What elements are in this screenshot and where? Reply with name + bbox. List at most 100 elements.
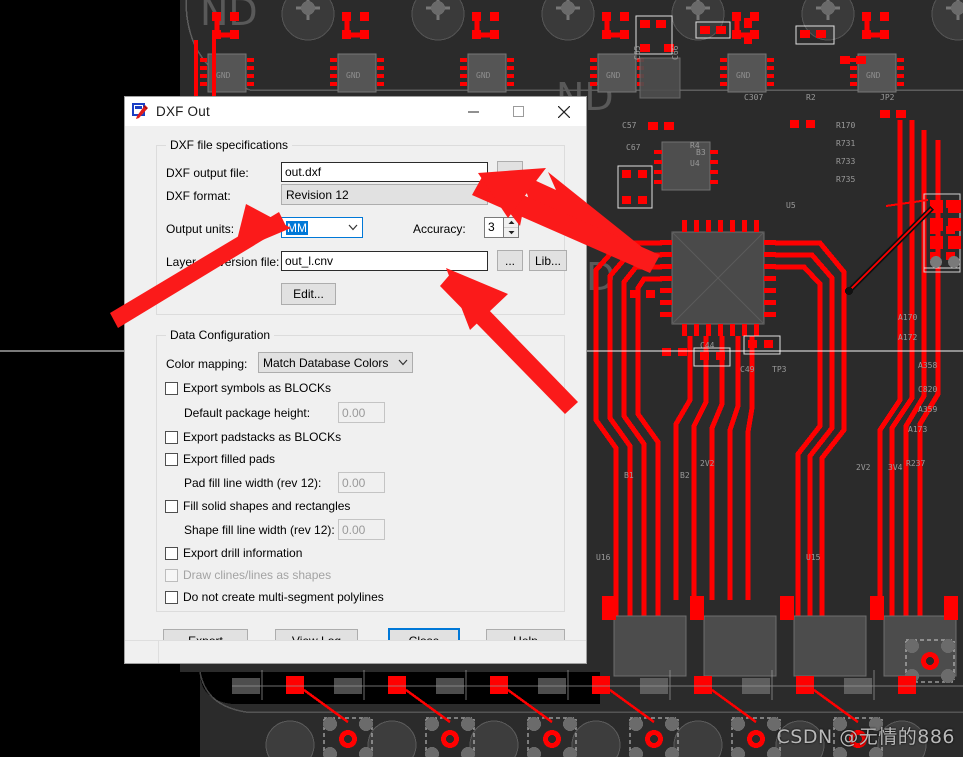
output-units-label: Output units: <box>166 222 235 236</box>
dxf-output-file-browse-button[interactable] <box>497 161 523 182</box>
svg-text:C65: C65 <box>633 45 642 60</box>
svg-text:R731: R731 <box>836 139 855 148</box>
svg-text:TP3: TP3 <box>772 365 787 374</box>
svg-text:C67: C67 <box>626 143 641 152</box>
status-segment-right <box>159 641 586 663</box>
dxf-out-dialog[interactable]: DXF Out DXF file specifications DXF outp… <box>124 96 587 664</box>
spin-down-icon[interactable] <box>504 228 518 237</box>
checkbox-export-filled-pads[interactable]: Export filled pads <box>165 452 275 466</box>
svg-text:R237: R237 <box>906 459 925 468</box>
accuracy-value[interactable]: 3 <box>484 217 503 238</box>
svg-text:2V2: 2V2 <box>700 459 715 468</box>
svg-text:C49: C49 <box>740 365 755 374</box>
svg-text:B1: B1 <box>624 471 634 480</box>
status-segment-left <box>125 641 159 663</box>
checkbox-box[interactable] <box>165 546 178 560</box>
dxf-format-combobox[interactable]: Revision 12 <box>281 184 488 205</box>
svg-text:U16: U16 <box>596 553 611 562</box>
svg-text:A173: A173 <box>908 425 927 434</box>
accuracy-label: Accuracy: <box>413 222 466 236</box>
svg-text:2V2: 2V2 <box>856 463 871 472</box>
dxf-format-value: Revision 12 <box>286 187 349 202</box>
checkbox-label: Export filled pads <box>183 452 276 466</box>
checkbox-export-drill-information[interactable]: Export drill information <box>165 546 302 560</box>
pad-fill-line-width-label: Pad fill line width (rev 12): <box>184 476 322 490</box>
svg-text:R733: R733 <box>836 157 855 166</box>
accuracy-spinner[interactable]: 3 <box>484 217 519 238</box>
dxf-output-file-label: DXF output file: <box>166 166 249 180</box>
maximize-button[interactable] <box>496 97 541 126</box>
svg-text:A358: A358 <box>918 361 937 370</box>
checkbox-label: Draw clines/lines as shapes <box>183 568 332 582</box>
checkbox-label: Export drill information <box>183 546 303 560</box>
svg-text:B3: B3 <box>696 148 706 157</box>
output-units-combobox[interactable]: MM <box>281 217 363 238</box>
screen-root: GND ND ND D <box>0 0 963 757</box>
spin-up-icon[interactable] <box>504 218 518 228</box>
svg-text:C66: C66 <box>671 45 680 60</box>
svg-text:A359: A359 <box>918 405 937 414</box>
checkbox-box[interactable] <box>165 499 178 513</box>
default-package-height-input[interactable] <box>338 402 385 423</box>
shape-fill-line-width-input[interactable] <box>338 519 385 540</box>
svg-text:U15: U15 <box>806 553 821 562</box>
svg-text:U4: U4 <box>690 159 700 168</box>
dxf-format-label: DXF format: <box>166 189 231 203</box>
checkbox-label: Do not create multi-segment polylines <box>183 590 384 604</box>
color-mapping-combobox[interactable]: Match Database Colors <box>258 352 413 373</box>
accuracy-spin-buttons[interactable] <box>503 217 519 238</box>
window-controls[interactable] <box>451 97 586 126</box>
pad-fill-line-width-input[interactable] <box>338 472 385 493</box>
chevron-down-icon <box>469 191 487 198</box>
layer-conversion-file-input[interactable] <box>281 251 488 271</box>
checkbox-box[interactable] <box>165 430 178 444</box>
edit-button[interactable]: Edit... <box>281 283 336 305</box>
default-package-height-label: Default package height: <box>184 406 311 420</box>
layer-conversion-file-label: Layer conversion file: <box>166 255 280 269</box>
checkbox-label: Export symbols as BLOCKs <box>183 381 332 395</box>
svg-text:ND: ND <box>200 0 258 34</box>
checkbox-export-symbols-as-blocks[interactable]: Export symbols as BLOCKs <box>165 381 331 395</box>
checkbox-export-padstacks-as-blocks[interactable]: Export padstacks as BLOCKs <box>165 430 341 444</box>
dxf-file-specifications-group: DXF file specifications DXF output file:… <box>156 138 567 315</box>
checkbox-label: Fill solid shapes and rectangles <box>183 499 351 513</box>
checkbox-box <box>165 568 178 582</box>
dialog-body: DXF file specifications DXF output file:… <box>125 126 586 663</box>
svg-text:R735: R735 <box>836 175 855 184</box>
layer-conversion-browse-button[interactable]: ... <box>497 250 523 271</box>
chevron-down-icon <box>344 224 362 231</box>
svg-text:A170: A170 <box>898 313 917 322</box>
checkbox-draw-clines-lines-as-shapes: Draw clines/lines as shapes <box>165 568 331 582</box>
checkbox-box[interactable] <box>165 590 178 604</box>
svg-text:C820: C820 <box>918 385 937 394</box>
dialog-title: DXF Out <box>156 104 210 119</box>
output-units-value: MM <box>286 220 308 235</box>
svg-text:C57: C57 <box>622 121 637 130</box>
color-mapping-value: Match Database Colors <box>263 355 389 370</box>
dialog-titlebar[interactable]: DXF Out <box>125 97 586 127</box>
layer-conversion-lib-button[interactable]: Lib... <box>529 250 567 271</box>
svg-text:R2: R2 <box>806 93 816 102</box>
minimize-button[interactable] <box>451 97 496 126</box>
svg-text:A172: A172 <box>898 333 917 342</box>
svg-text:C307: C307 <box>744 93 763 102</box>
checkbox-fill-solid-shapes-and-rectangles[interactable]: Fill solid shapes and rectangles <box>165 499 350 513</box>
checkbox-label: Export padstacks as BLOCKs <box>183 430 342 444</box>
specs-group-title: DXF file specifications <box>166 138 293 152</box>
dialog-status-bar <box>125 640 586 663</box>
checkbox-box[interactable] <box>165 381 178 395</box>
svg-text:JP2: JP2 <box>880 93 895 102</box>
dxf-output-file-input[interactable] <box>281 162 488 182</box>
close-window-button[interactable] <box>541 97 586 126</box>
checkbox-do-not-create-multi-segment-polylines[interactable]: Do not create multi-segment polylines <box>165 590 384 604</box>
dxf-app-icon <box>132 103 149 120</box>
data-group-title: Data Configuration <box>166 328 275 342</box>
checkbox-box[interactable] <box>165 452 178 466</box>
svg-text:3V4: 3V4 <box>888 463 903 472</box>
svg-text:U5: U5 <box>786 201 796 210</box>
svg-text:R170: R170 <box>836 121 855 130</box>
chevron-down-icon <box>394 359 412 366</box>
color-mapping-label: Color mapping: <box>166 357 248 371</box>
shape-fill-line-width-label: Shape fill line width (rev 12): <box>184 523 335 537</box>
svg-text:C44: C44 <box>700 341 715 350</box>
